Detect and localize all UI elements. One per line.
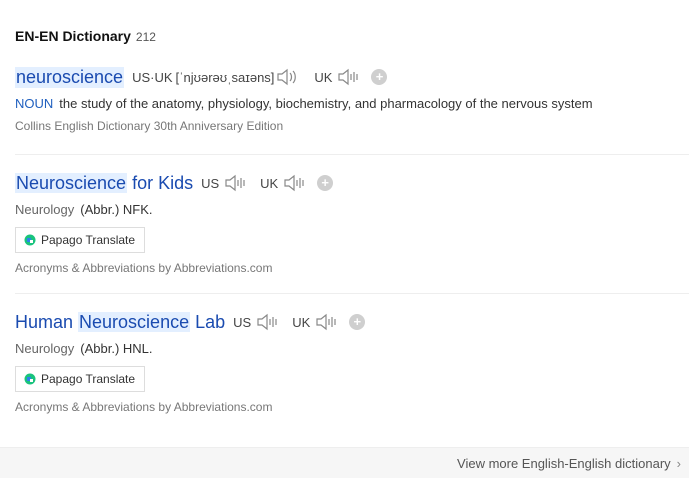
papago-icon — [24, 373, 36, 385]
dictionary-header: EN-EN Dictionary 212 — [15, 28, 156, 48]
us-label: US — [201, 175, 220, 191]
uk-label: UK — [260, 175, 279, 191]
pronunciation: US·UK [ˈnjʊərəʊˌsaɪəns] UK — [132, 68, 369, 86]
word-rest: Lab — [190, 311, 226, 332]
word-highlight: Neuroscience — [78, 311, 191, 332]
definition: the study of the anatomy, physiology, bi… — [59, 96, 593, 111]
entry-human-neuroscience-lab: Human Neuroscience Lab US UK + Neurology… — [15, 307, 689, 414]
word-rest: for Kids — [127, 172, 194, 193]
source-label: Acronyms & Abbreviations by Abbreviation… — [15, 400, 273, 414]
speaker-icon[interactable] — [276, 68, 300, 86]
footer: View more English-English dictionary › — [0, 447, 689, 478]
plus-icon[interactable]: + — [371, 69, 388, 85]
us-label: US — [233, 314, 252, 330]
speaker-icon[interactable] — [315, 313, 339, 331]
ipa-text: [ˈnjʊərəʊˌsaɪəns] — [175, 69, 275, 85]
pronunciation: US UK — [201, 174, 315, 192]
plus-icon[interactable]: + — [349, 314, 366, 330]
divider — [15, 293, 689, 294]
speaker-icon[interactable] — [337, 68, 361, 86]
word-prefix: Human — [15, 311, 79, 332]
source-label: Acronyms & Abbreviations by Abbreviation… — [15, 261, 273, 275]
chevron-right-icon[interactable]: › — [677, 456, 681, 471]
papago-label: Papago Translate — [41, 233, 136, 247]
papago-icon — [24, 234, 36, 246]
definition: (Abbr.) HNL. — [80, 341, 153, 356]
source-label: Collins English Dictionary 30th Annivers… — [15, 119, 284, 133]
word-highlight: Neuroscience — [15, 172, 128, 193]
uk-label: UK — [314, 69, 333, 85]
part-of-speech: NOUN — [15, 96, 54, 111]
papago-translate-button[interactable]: Papago Translate — [15, 366, 146, 392]
entry-neuroscience-for-kids: Neuroscience for Kids US UK + Neurology … — [15, 168, 689, 275]
definition: (Abbr.) NFK. — [80, 202, 153, 217]
papago-label: Papago Translate — [41, 372, 136, 386]
pronunciation: US UK — [233, 313, 347, 331]
category-label: Neurology — [15, 341, 75, 356]
category-label: Neurology — [15, 202, 75, 217]
speaker-icon[interactable] — [224, 174, 248, 192]
speaker-icon[interactable] — [256, 313, 280, 331]
uk-label: UK — [292, 314, 311, 330]
dictionary-title: EN-EN Dictionary — [15, 28, 131, 44]
entry-word[interactable]: Human Neuroscience Lab — [15, 311, 226, 333]
entry-word[interactable]: neuroscience — [15, 66, 125, 88]
view-more-link[interactable]: View more English-English dictionary — [457, 456, 671, 471]
us-uk-label: US·UK — [132, 69, 173, 85]
entry-neuroscience: neuroscience US·UK [ˈnjʊərəʊˌsaɪəns] UK … — [15, 62, 689, 133]
plus-icon[interactable]: + — [317, 175, 334, 191]
result-count: 212 — [135, 30, 156, 44]
speaker-icon[interactable] — [283, 174, 307, 192]
divider — [15, 154, 689, 155]
papago-translate-button[interactable]: Papago Translate — [15, 227, 146, 253]
entry-word[interactable]: Neuroscience for Kids — [15, 172, 194, 194]
